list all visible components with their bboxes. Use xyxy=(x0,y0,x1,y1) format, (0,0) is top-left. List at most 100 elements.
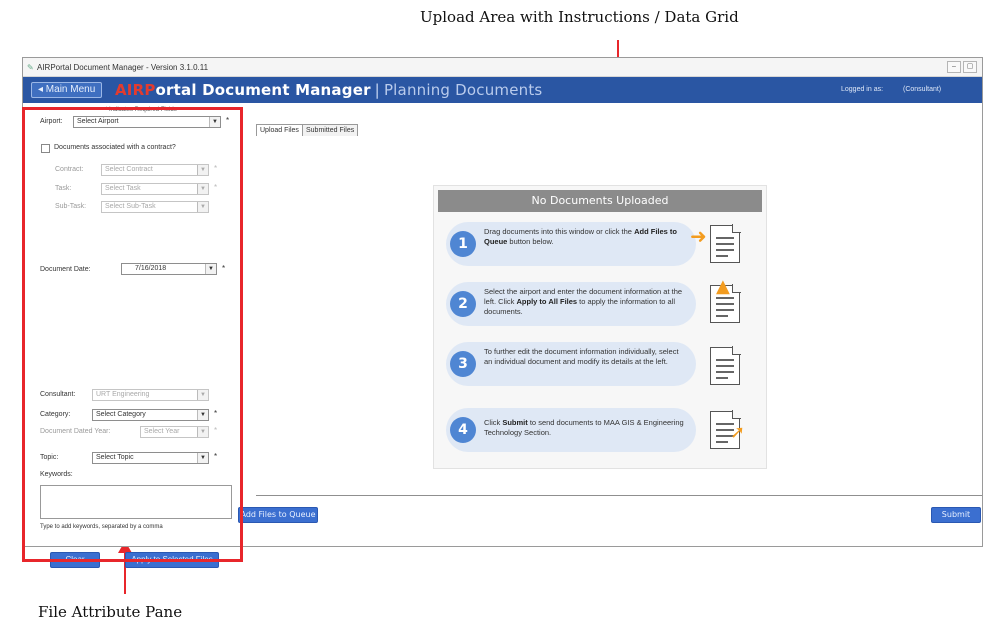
step-number-2: 2 xyxy=(450,291,476,317)
page-fold-icon xyxy=(732,410,741,419)
step-number-1: 1 xyxy=(450,231,476,257)
upload-instructions-panel: No Documents Uploaded 1 Drag documents i… xyxy=(433,185,767,469)
required-star: * xyxy=(214,164,218,173)
subtask-select-value: Select Sub-Task xyxy=(105,203,156,210)
text-line xyxy=(716,365,734,367)
document-date-label: Document Date: xyxy=(40,266,91,273)
instruction-step: 3 To further edit the document informati… xyxy=(446,342,756,386)
tab-upload-files[interactable]: Upload Files xyxy=(256,124,303,136)
chevron-down-icon: ▼ xyxy=(197,453,208,463)
airport-label: Airport: xyxy=(40,118,63,125)
text-line xyxy=(716,377,728,379)
chevron-down-icon: ▼ xyxy=(197,390,208,400)
document-date-value: 7/16/2018 xyxy=(135,265,167,272)
step-text-part: button below. xyxy=(507,237,554,246)
airport-select[interactable]: Select Airport ▼ xyxy=(73,116,221,128)
contract-checkbox[interactable] xyxy=(41,144,50,153)
chevron-down-icon: ▼ xyxy=(197,202,208,212)
contract-label: Contract: xyxy=(55,166,84,173)
required-star: * xyxy=(214,183,218,192)
category-select[interactable]: Select Category ▼ xyxy=(92,409,209,421)
step-text: To further edit the document information… xyxy=(484,347,684,367)
contract-checkbox-label: Documents associated with a contract? xyxy=(54,144,176,151)
minimize-button[interactable]: – xyxy=(947,61,961,73)
page-fold-icon xyxy=(732,224,741,233)
submit-button[interactable]: Submit xyxy=(931,507,981,523)
maximize-button[interactable]: ▢ xyxy=(963,61,977,73)
app-icon: ✎ xyxy=(27,63,34,72)
document-year-label: Document Dated Year: xyxy=(40,428,111,435)
topic-select-value: Select Topic xyxy=(96,454,134,461)
upload-arrow-icon: ▲ xyxy=(716,276,730,297)
content-divider xyxy=(256,495,982,496)
topic-label: Topic: xyxy=(40,454,59,461)
keywords-label: Keywords: xyxy=(40,471,73,478)
calendar-dropdown-icon: ▼ xyxy=(205,264,216,274)
text-line xyxy=(716,243,734,245)
window-titlebar: ✎ AIRPortal Document Manager - Version 3… xyxy=(23,58,982,77)
document-icon xyxy=(710,224,741,263)
step-text-part: Click xyxy=(484,418,503,427)
text-line xyxy=(716,303,734,305)
category-select-value: Select Category xyxy=(96,411,146,418)
user-role: (Consultant) xyxy=(903,86,942,93)
text-line xyxy=(716,255,728,257)
text-line xyxy=(716,309,734,311)
required-star: * xyxy=(226,116,230,125)
subtask-select[interactable]: Select Sub-Task ▼ xyxy=(101,201,209,213)
page-fold-icon xyxy=(732,284,741,293)
required-fields-note: * Indicates Required Fields xyxy=(105,107,177,113)
app-title-air: AIRP xyxy=(115,81,156,99)
text-line xyxy=(716,315,728,317)
step-text-bold: Submit xyxy=(502,418,528,427)
clear-button[interactable]: Clear xyxy=(50,552,100,568)
page-fold-icon xyxy=(732,346,741,355)
topic-select[interactable]: Select Topic ▼ xyxy=(92,452,209,464)
annotation-caption-file-attribute-pane: File Attribute Pane xyxy=(38,603,183,621)
file-attribute-pane: * Indicates Required Fields Airport: Sel… xyxy=(23,104,241,568)
title-separator: | xyxy=(374,81,380,99)
required-star: * xyxy=(214,452,218,461)
chevron-down-icon: ▼ xyxy=(197,165,208,175)
apply-to-selected-files-button[interactable]: Apply to Selected Files xyxy=(125,552,219,568)
tab-submitted-files[interactable]: Submitted Files xyxy=(302,124,359,136)
chevron-down-icon: ▼ xyxy=(197,427,208,437)
text-line xyxy=(716,441,728,443)
document-date-picker[interactable]: 7/16/2018 ▼ xyxy=(121,263,217,275)
text-line xyxy=(716,249,734,251)
annotation-caption-upload-area: Upload Area with Instructions / Data Gri… xyxy=(420,8,739,26)
step-text: Drag documents into this window or click… xyxy=(484,227,684,247)
document-year-value: Select Year xyxy=(144,428,180,435)
step-text: Click Submit to send documents to MAA GI… xyxy=(484,418,684,438)
airport-select-value: Select Airport xyxy=(77,118,119,125)
logged-in-label: Logged in as: xyxy=(841,86,884,93)
required-star: * xyxy=(214,426,218,435)
chevron-down-icon: ▼ xyxy=(197,184,208,194)
step-text-part: Drag documents into this window or click… xyxy=(484,227,635,236)
contract-select-value: Select Contract xyxy=(105,166,153,173)
task-select[interactable]: Select Task ▼ xyxy=(101,183,209,195)
step-text: Select the airport and enter the documen… xyxy=(484,287,684,317)
panel-title: No Documents Uploaded xyxy=(438,190,762,212)
main-menu-button[interactable]: ◂ Main Menu xyxy=(31,82,103,98)
step-text-bold: Apply to All Files xyxy=(516,297,578,306)
required-star: * xyxy=(214,409,218,418)
keywords-hint: Type to add keywords, separated by a com… xyxy=(40,524,163,530)
instruction-step: 1 Drag documents into this window or cli… xyxy=(446,222,756,266)
task-label: Task: xyxy=(55,185,72,192)
consultant-select[interactable]: URT Engineering ▼ xyxy=(92,389,209,401)
instruction-step: 2 Select the airport and enter the docum… xyxy=(446,276,756,326)
document-year-select[interactable]: Select Year ▼ xyxy=(140,426,209,438)
contract-select[interactable]: Select Contract ▼ xyxy=(101,164,209,176)
chevron-down-icon: ▼ xyxy=(197,410,208,420)
app-title: AIRPortal Document Manager | Planning Docu… xyxy=(115,81,542,99)
subtask-label: Sub-Task: xyxy=(55,203,87,210)
window-title: AIRPortal Document Manager - Version 3.1… xyxy=(37,63,209,72)
add-files-to-queue-button[interactable]: Add Files to Queue xyxy=(238,507,318,523)
keywords-input[interactable] xyxy=(40,485,232,519)
app-header: ◂ Main Menu AIRPortal Document Manager | P… xyxy=(23,77,982,103)
consultant-label: Consultant: xyxy=(40,391,76,398)
text-line xyxy=(716,297,734,299)
chevron-down-icon: ▼ xyxy=(209,117,220,127)
task-select-value: Select Task xyxy=(105,185,141,192)
